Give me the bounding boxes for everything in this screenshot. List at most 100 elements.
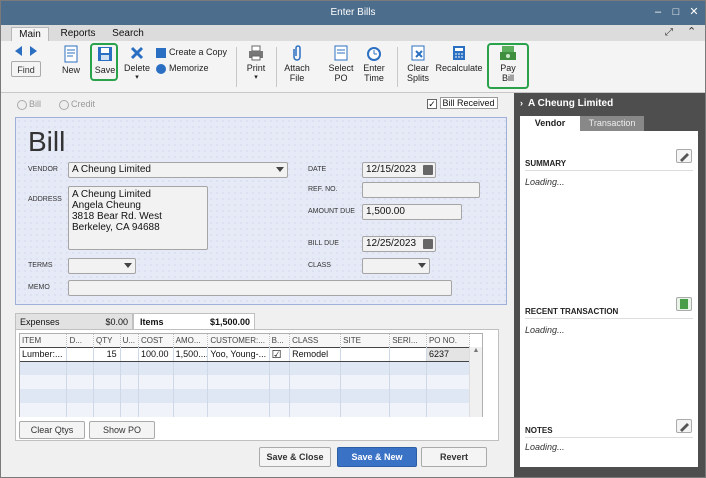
date-label: DATE — [308, 166, 327, 173]
cell-customer[interactable]: Yoo, Young-... — [207, 346, 270, 362]
create-copy-label: Create a Copy — [169, 47, 228, 57]
create-copy-button[interactable]: Create a Copy — [156, 47, 232, 58]
prev-next-arrows[interactable] — [13, 45, 39, 59]
column-header[interactable]: SERI... — [389, 334, 427, 347]
radio-icon — [59, 99, 69, 110]
clear-qtys-button[interactable]: Clear Qtys — [19, 421, 85, 439]
print-button[interactable]: Print ▾ — [244, 45, 268, 83]
cell-site[interactable] — [340, 346, 391, 362]
maximize-button[interactable]: □ — [669, 5, 683, 19]
tab-transaction[interactable]: Transaction — [580, 116, 644, 132]
pay-bill-label-1: Pay — [500, 63, 516, 73]
select-po-button[interactable]: Select PO — [326, 45, 356, 83]
cell-um[interactable] — [120, 346, 139, 362]
radio-icon — [17, 99, 27, 110]
table-row[interactable] — [20, 375, 471, 389]
enter-bills-window: Enter Bills – □ ✕ Main Reports Search ⤢ … — [0, 0, 706, 478]
minimize-button[interactable]: – — [651, 5, 665, 19]
cell-qty[interactable]: 15 — [93, 346, 121, 362]
copy-icon — [156, 47, 166, 58]
table-row[interactable] — [20, 361, 471, 375]
bill-received-checkbox[interactable]: ✓ Bill Received — [427, 97, 498, 109]
cell-description[interactable] — [66, 346, 95, 362]
recalculate-button[interactable]: Recalculate — [435, 45, 483, 73]
calendar-icon[interactable] — [423, 165, 433, 175]
class-field[interactable] — [362, 258, 430, 274]
memorize-button[interactable]: Memorize — [156, 63, 232, 74]
enter-time-button[interactable]: Enter Time — [359, 45, 389, 83]
vendor-field[interactable]: A Cheung Limited — [68, 162, 288, 178]
items-label: Items — [140, 317, 164, 327]
chevron-right-icon[interactable]: › — [520, 98, 523, 108]
bill-due-field[interactable]: 12/25/2023 — [362, 236, 436, 252]
select-po-label-1: Select — [328, 63, 354, 73]
column-header[interactable]: B... — [269, 334, 291, 347]
column-header[interactable]: AMO... — [173, 334, 209, 347]
chevron-down-icon — [124, 263, 132, 268]
items-table: ITEM D... QTY U... COST AMO... CUSTOMER:… — [19, 333, 483, 417]
tab-search[interactable]: Search — [107, 27, 149, 41]
title-bar: Enter Bills – □ ✕ — [1, 1, 705, 25]
quick-report-icon[interactable] — [676, 297, 692, 311]
column-header[interactable]: CLASS — [289, 334, 342, 347]
tab-items[interactable]: Items $1,500.00 — [133, 313, 255, 330]
save-close-button[interactable]: Save & Close — [259, 447, 331, 467]
table-row[interactable]: Lumber:... 15 100.00 1,500.... Yoo, Youn… — [20, 346, 471, 362]
column-header[interactable]: U... — [120, 334, 139, 347]
cell-amount[interactable]: 1,500.... — [173, 346, 209, 362]
attach-file-button[interactable]: Attach File — [282, 45, 312, 83]
terms-field[interactable] — [68, 258, 136, 274]
delete-button[interactable]: Delete ▾ — [123, 45, 151, 83]
address-line: 3818 Bear Rd. West — [72, 211, 162, 222]
cell-item[interactable]: Lumber:... — [20, 346, 68, 362]
column-header[interactable]: D... — [66, 334, 95, 347]
cell-class[interactable]: Remodel — [289, 346, 342, 362]
table-row[interactable] — [20, 389, 471, 403]
billable-checkbox-icon[interactable]: ☑ — [269, 346, 291, 362]
form-heading: Bill — [28, 126, 66, 157]
find-button[interactable]: Find — [11, 61, 41, 77]
tab-vendor[interactable]: Vendor — [520, 116, 580, 132]
new-button[interactable]: New — [59, 45, 83, 75]
save-button[interactable]: Save — [93, 45, 117, 75]
table-row[interactable] — [20, 403, 471, 417]
save-new-button[interactable]: Save & New — [337, 447, 417, 467]
column-header[interactable]: ITEM — [20, 334, 68, 347]
amount-due-field[interactable]: 1,500.00 — [362, 204, 462, 220]
column-header[interactable]: QTY — [93, 334, 121, 347]
address-field[interactable]: A Cheung Limited Angela Cheung 3818 Bear… — [68, 186, 208, 250]
revert-button[interactable]: Revert — [421, 447, 487, 467]
pay-bill-button[interactable]: Pay Bill — [493, 45, 523, 83]
credit-radio[interactable]: Credit — [59, 99, 95, 110]
show-po-button[interactable]: Show PO — [89, 421, 155, 439]
collapse-ribbon-icon[interactable]: ⌃ — [687, 25, 696, 38]
scroll-up-icon[interactable]: ▲ — [470, 347, 482, 354]
ref-no-field[interactable] — [362, 182, 480, 198]
cell-po-no[interactable]: 6237 — [426, 346, 471, 362]
close-button[interactable]: ✕ — [687, 5, 701, 19]
edit-notes-icon[interactable] — [676, 419, 692, 433]
date-field[interactable]: 12/15/2023 — [362, 162, 436, 178]
notes-loading: Loading... — [525, 442, 565, 452]
column-header[interactable]: SITE — [340, 334, 391, 347]
clear-splits-button[interactable]: Clear Splits — [403, 45, 433, 83]
cell-cost[interactable]: 100.00 — [138, 346, 174, 362]
calendar-icon[interactable] — [423, 239, 433, 249]
column-header[interactable]: COST — [138, 334, 174, 347]
address-label: ADDRESS — [28, 196, 62, 203]
vertical-scrollbar[interactable]: ▲ — [469, 347, 482, 417]
column-header[interactable]: CUSTOMER:... — [207, 334, 270, 347]
cell-serial[interactable] — [389, 346, 427, 362]
memo-field[interactable] — [68, 280, 452, 296]
edit-icon[interactable] — [676, 149, 692, 163]
tab-expenses[interactable]: Expenses $0.00 — [15, 313, 133, 330]
items-amount: $1,500.00 — [209, 317, 250, 327]
delete-dropdown-icon: ▾ — [135, 74, 139, 81]
bill-radio-label: Bill — [29, 99, 42, 109]
tab-main[interactable]: Main — [11, 27, 49, 41]
bill-radio[interactable]: Bill — [17, 99, 41, 110]
expand-icon[interactable]: ⤢ — [665, 27, 673, 38]
tab-reports[interactable]: Reports — [57, 27, 99, 41]
column-header[interactable]: PO NO. — [426, 334, 471, 347]
separator — [276, 47, 277, 87]
